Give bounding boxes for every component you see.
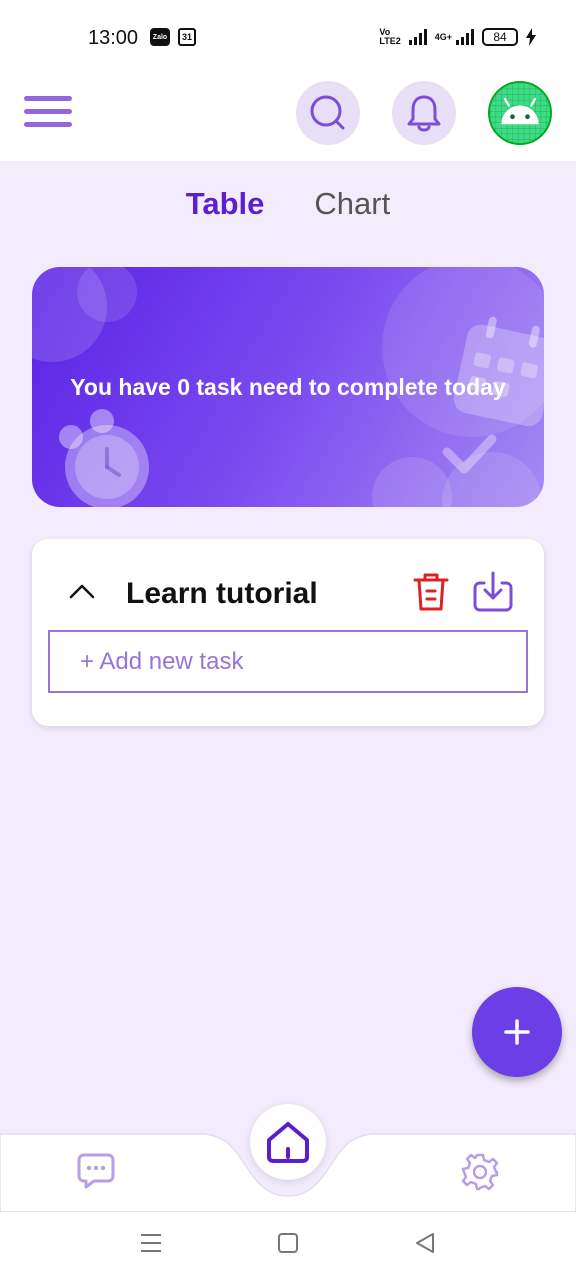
back-triangle-icon[interactable] [414, 1232, 436, 1254]
bell-icon [407, 95, 441, 132]
chevron-up-icon[interactable] [68, 577, 96, 605]
summary-banner: You have 0 task need to complete today [32, 267, 544, 507]
plus-icon [504, 1019, 530, 1045]
zalo-icon: Zalo [150, 28, 170, 46]
task-group-title: Learn tutorial [126, 577, 318, 610]
search-button[interactable] [296, 81, 360, 145]
home-icon [267, 1122, 309, 1163]
task-group-card: Learn tutorial + Add new task [32, 539, 544, 726]
status-time: 13:00 [88, 27, 139, 49]
tab-chart[interactable]: Chart [314, 186, 390, 222]
signal-icon-2 [456, 29, 474, 45]
add-new-task-button[interactable]: + Add new task [48, 630, 528, 693]
charging-icon [526, 28, 536, 46]
avatar[interactable] [488, 81, 552, 145]
tab-table[interactable]: Table [186, 186, 265, 222]
add-button[interactable] [472, 987, 562, 1077]
app-bar [0, 72, 576, 161]
status-notifications: Zalo 31 [150, 28, 196, 46]
calendar-notification-icon: 31 [178, 28, 196, 46]
status-bar: 13:00 Zalo 31 Vo LTE2 4G+ 84 [0, 0, 576, 72]
home-square-icon[interactable] [277, 1232, 299, 1254]
recents-menu-icon[interactable] [140, 1232, 162, 1254]
banner-text: You have 0 task need to complete today [70, 373, 506, 400]
download-icon[interactable] [472, 571, 514, 613]
system-navigation-bar [0, 1212, 576, 1280]
chat-icon[interactable] [76, 1152, 116, 1190]
battery-icon: 84 [482, 28, 518, 46]
android-icon [490, 83, 550, 143]
signal-icon [408, 29, 427, 45]
volte-icon: Vo LTE2 [379, 27, 401, 46]
home-button[interactable] [250, 1104, 326, 1180]
trash-icon[interactable] [412, 571, 450, 613]
settings-icon[interactable] [460, 1152, 500, 1192]
network-type-label: 4G+ [434, 32, 452, 42]
notifications-button[interactable] [392, 81, 456, 145]
view-tabs: Table Chart [0, 186, 576, 222]
status-system-icons: Vo LTE2 4G+ 84 [379, 28, 536, 46]
search-icon [310, 95, 345, 130]
hamburger-menu-icon[interactable] [24, 96, 72, 132]
